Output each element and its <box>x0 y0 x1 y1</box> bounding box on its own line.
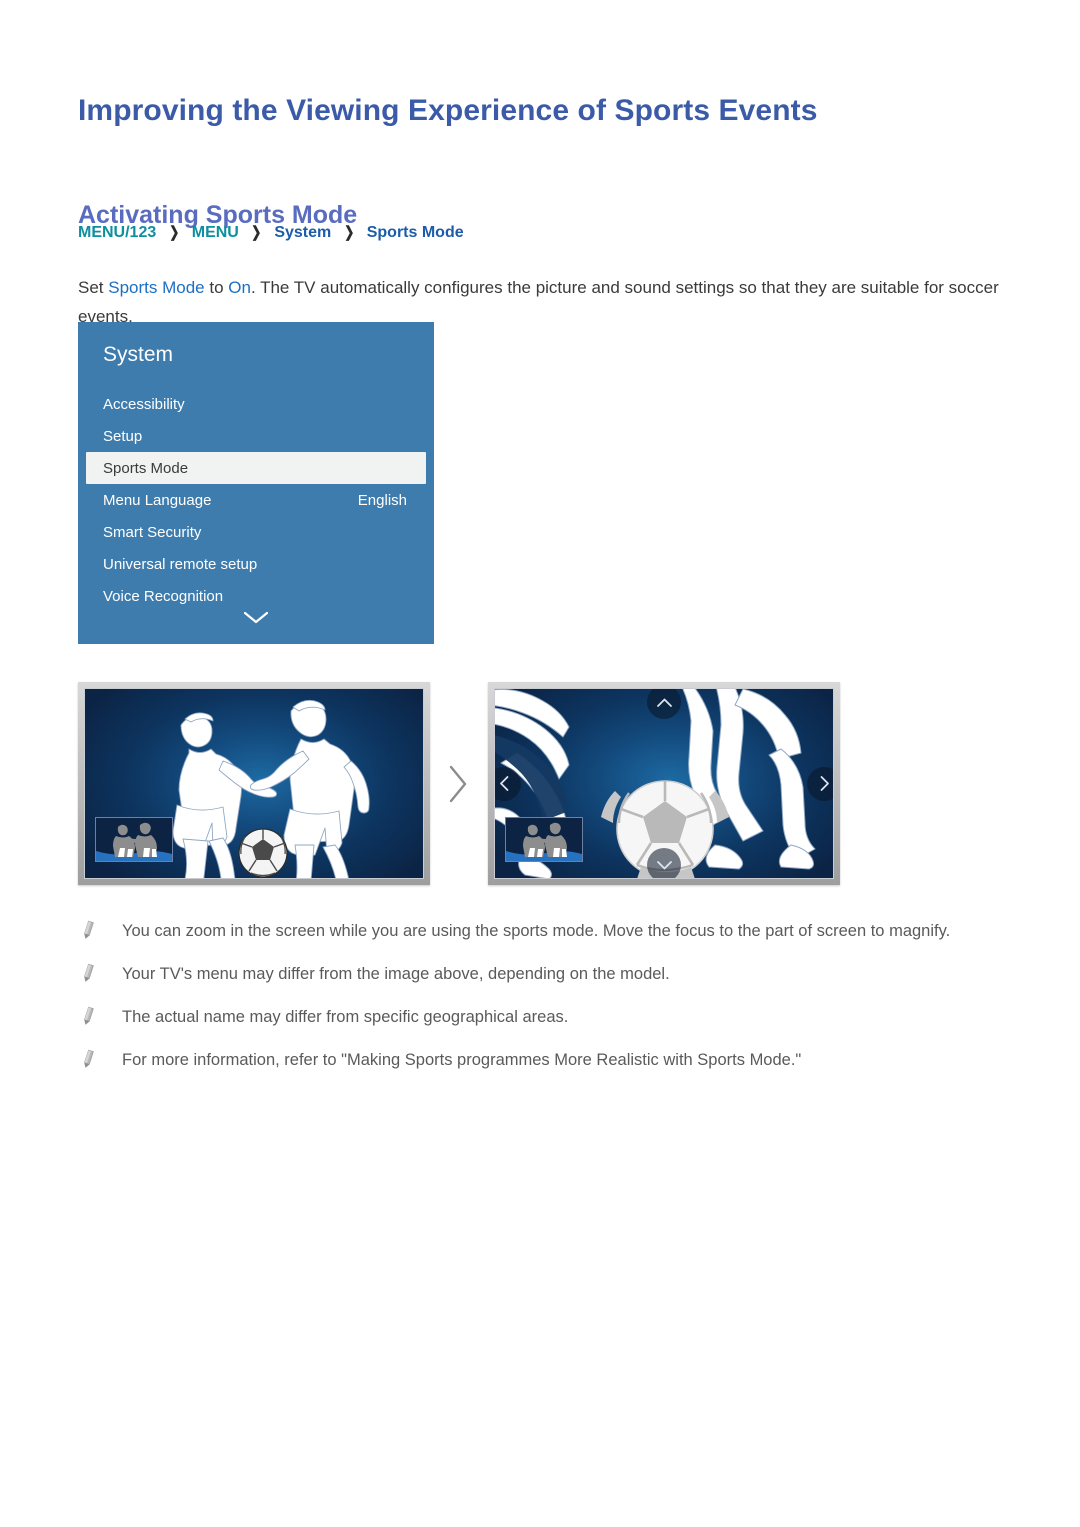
menu-item-value: English <box>357 491 407 509</box>
breadcrumb-separator-icon: ❯ <box>343 224 355 241</box>
chevron-up-icon <box>656 698 672 707</box>
note-text: The actual name may differ from specific… <box>122 1008 569 1026</box>
body-highlight-on: On <box>228 278 251 297</box>
pencil-icon <box>78 918 100 942</box>
note-item: You can zoom in the screen while you are… <box>78 918 1008 945</box>
note-item: The actual name may differ from specific… <box>78 1004 1008 1031</box>
page-root: Improving the Viewing Experience of Spor… <box>0 0 1080 1527</box>
breadcrumb-item-menu123[interactable]: MENU/123 <box>78 224 156 241</box>
zoom-transition-separator <box>436 762 480 806</box>
pencil-icon <box>78 961 100 985</box>
menu-item-setup[interactable]: Setup <box>78 420 434 452</box>
pip-thumbnail-right <box>505 817 583 862</box>
pip-thumbnail-left <box>95 817 173 862</box>
breadcrumb-item-sports-mode[interactable]: Sports Mode <box>367 224 464 241</box>
tv-screen-right <box>495 689 833 878</box>
chevron-down-icon <box>243 611 269 624</box>
breadcrumb-item-system[interactable]: System <box>274 224 331 241</box>
note-item: For more information, refer to "Making S… <box>78 1047 1008 1074</box>
menu-item-menu-language[interactable]: Menu Language English <box>78 484 434 516</box>
menu-scroll-down-button[interactable] <box>78 611 434 630</box>
note-text: For more information, refer to "Making S… <box>122 1051 802 1069</box>
menu-item-universal-remote-setup[interactable]: Universal remote setup <box>78 548 434 580</box>
body-highlight-sports-mode: Sports Mode <box>108 278 205 297</box>
notes-list: You can zoom in the screen while you are… <box>78 918 1008 1090</box>
note-text: You can zoom in the screen while you are… <box>122 922 951 940</box>
menu-item-label: Setup <box>103 427 143 445</box>
soccer-ball-icon <box>238 828 288 878</box>
tv-screen-frame <box>494 688 834 879</box>
note-text: Your TV's menu may differ from the image… <box>122 965 670 983</box>
menu-item-label: Accessibility <box>103 395 185 413</box>
menu-item-accessibility[interactable]: Accessibility <box>78 388 434 420</box>
menu-item-label: Universal remote setup <box>103 555 258 573</box>
menu-item-voice-recognition[interactable]: Voice Recognition <box>78 580 434 612</box>
breadcrumb: MENU/123 ❯ MENU ❯ System ❯ Sports Mode <box>78 222 464 244</box>
pan-down-button[interactable] <box>647 848 681 878</box>
chevron-down-icon <box>656 860 672 869</box>
tv-system-menu-panel: System Accessibility Setup Sports Mode M… <box>78 322 434 644</box>
menu-item-sports-mode[interactable]: Sports Mode <box>86 452 426 484</box>
pip-preview-icon <box>506 818 582 861</box>
menu-item-label: Smart Security <box>103 523 202 541</box>
breadcrumb-item-menu[interactable]: MENU <box>192 224 239 241</box>
menu-item-label: Voice Recognition <box>103 587 224 605</box>
pip-preview-icon <box>96 818 172 861</box>
menu-item-list: Accessibility Setup Sports Mode Menu Lan… <box>78 388 434 612</box>
tv-zoomed-view <box>488 682 840 885</box>
tv-screen-left <box>85 689 423 878</box>
body-text-part-1: Set <box>78 278 109 297</box>
body-text-part-2: to <box>204 278 229 297</box>
breadcrumb-separator-icon: ❯ <box>168 224 180 241</box>
menu-panel-title: System <box>103 343 174 366</box>
breadcrumb-separator-icon: ❯ <box>251 224 262 241</box>
menu-item-label: Sports Mode <box>103 459 189 477</box>
menu-item-label: Menu Language <box>103 491 212 509</box>
pencil-icon <box>78 1004 100 1028</box>
chevron-left-icon <box>499 776 508 791</box>
note-item: Your TV's menu may differ from the image… <box>78 961 1008 988</box>
tv-illustration-row <box>78 682 1008 885</box>
page-title: Improving the Viewing Experience of Spor… <box>78 94 818 128</box>
tv-normal-view <box>78 682 430 885</box>
pan-right-button[interactable] <box>807 766 833 801</box>
tv-screen-frame <box>84 688 424 879</box>
menu-item-smart-security[interactable]: Smart Security <box>78 516 434 548</box>
pencil-icon <box>78 1047 100 1071</box>
chevron-right-icon <box>820 776 829 791</box>
chevron-right-icon <box>449 765 467 802</box>
